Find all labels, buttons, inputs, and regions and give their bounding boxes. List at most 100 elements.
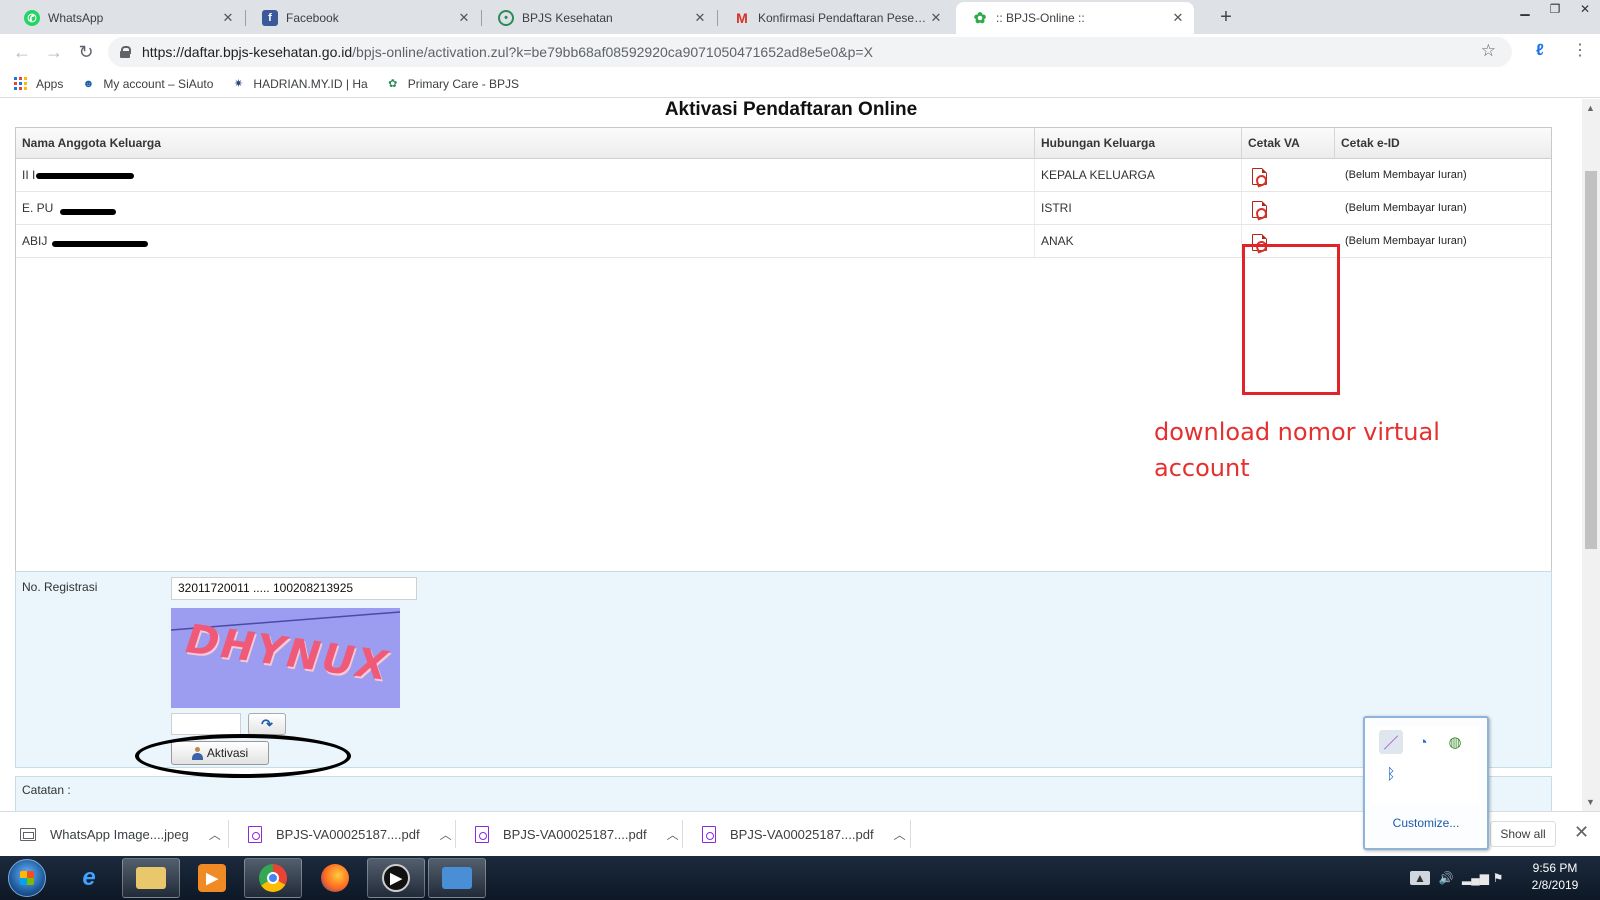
vertical-scrollbar[interactable]: ▲ ▼ [1582,99,1600,811]
table-header: Nama Anggota Keluarga Hubungan Keluarga … [16,128,1551,159]
captcha-image: DHYNUX [171,608,400,708]
app-arc-icon[interactable]: ◔ [1411,730,1435,754]
redaction-mark [36,173,134,179]
annotation-text: download nomor virtual account [1154,418,1440,482]
va-highlight-box [1242,244,1340,395]
download-item[interactable]: BPJS-VA00025187....pdf ︿ [702,818,906,850]
member-relation: KEPALA KELUARGA [1035,159,1242,191]
download-filename: BPJS-VA00025187....pdf [276,826,420,842]
close-icon[interactable]: ✕ [692,10,708,26]
back-arrow-icon[interactable]: ← [6,36,38,68]
pdf-icon[interactable] [1252,201,1267,218]
tab-strip: ✆ WhatsApp ✕ f Facebook ✕ • BPJS Kesehat… [0,0,1600,34]
url-host: https://daftar.bpjs-kesehatan.go.id [142,44,353,60]
download-item[interactable]: WhatsApp Image....jpeg ︿ [20,818,221,850]
bookmark-star-icon[interactable]: ☆ [1481,41,1496,61]
page-viewport: Aktivasi Pendaftaran Online Nama Anggota… [0,99,1582,811]
close-shelf-icon[interactable]: ✕ [1574,822,1589,843]
restore-icon[interactable]: ❐ [1540,0,1570,20]
download-filename: BPJS-VA00025187....pdf [730,826,874,842]
media-center-icon[interactable]: ▶ [367,858,425,898]
download-shelf: WhatsApp Image....jpeg ︿ BPJS-VA00025187… [0,811,1600,856]
eid-status: (Belum Membayar Iuran) [1345,202,1467,214]
table-row: E. PU ISTRI (Belum Membayar Iuran) [16,192,1551,225]
browser-toolbar: ← → ↻ https://daftar.bpjs-kesehatan.go.i… [0,34,1600,70]
action-center-flag-icon[interactable]: ⚑ [1488,871,1508,885]
tab-title: BPJS Kesehatan [522,11,613,25]
scrollbar-thumb[interactable] [1585,171,1597,549]
bookmark-label: Apps [36,76,64,91]
bookmark-hadrian[interactable]: ✷ HADRIAN.MY.ID | Ha [231,77,368,91]
new-tab-button[interactable]: + [1213,5,1239,31]
bookmark-label: Primary Care - BPJS [407,76,520,91]
url-path: /bpjs-online/activation.zul?k=be79bb68af… [352,44,873,60]
firefox-icon[interactable] [306,858,364,898]
minimize-icon[interactable]: ▁ [1510,0,1540,20]
address-bar[interactable]: https://daftar.bpjs-kesehatan.go.id/bpjs… [108,37,1512,67]
tab-gmail[interactable]: M Konfirmasi Pendaftaran Peserta B ✕ [718,2,952,34]
tab-bpjs-online[interactable]: ✿ :: BPJS-Online :: ✕ [956,2,1194,34]
eid-status: (Belum Membayar Iuran) [1345,235,1467,247]
pdf-file-icon [702,825,716,843]
pen-icon[interactable]: ／ [1379,730,1403,754]
start-button[interactable] [8,859,46,897]
tab-facebook[interactable]: f Facebook ✕ [246,2,480,34]
taskbar-clock[interactable]: 9:56 PM 2/8/2019 [1515,860,1595,894]
aktivasi-highlight-ellipse [135,734,351,778]
volume-icon[interactable]: 🔊 [1436,871,1456,885]
show-hidden-icons-icon[interactable]: ▲ [1410,871,1430,885]
image-file-icon [20,827,36,841]
pdf-file-icon [248,825,262,843]
system-tray: ▲ 🔊 ▂▄▆ ⚑ [1410,856,1514,900]
network-globe-icon[interactable]: ◍ [1443,730,1467,754]
remote-desktop-icon[interactable] [428,858,486,898]
menu-kebab-icon[interactable]: ⋮ [1572,40,1588,60]
media-player-icon[interactable]: ▶ [183,858,241,898]
forward-arrow-icon[interactable]: → [38,36,70,68]
bookmark-primary-care[interactable]: ✿ Primary Care - BPJS [386,77,519,91]
file-explorer-icon[interactable] [122,858,180,898]
reload-icon[interactable]: ↻ [70,36,102,68]
chevron-up-icon[interactable]: ︿ [440,826,452,843]
tab-title: Facebook [286,11,339,25]
column-header: Hubungan Keluarga [1035,128,1242,159]
scroll-down-icon[interactable]: ▼ [1586,797,1595,807]
bookmarks-bar: Apps ☻ My account – SiAuto ✷ HADRIAN.MY.… [0,70,1600,98]
registration-number-field[interactable]: 32011720011 ..... 100208213925 [171,577,417,600]
tray-icons-area: ／ ◔ ◍ ᛒ [1373,726,1479,804]
signal-icon[interactable]: ▂▄▆ [1462,871,1489,885]
extension-icon[interactable]: ℓ [1536,42,1544,60]
close-window-icon[interactable]: ✕ [1570,0,1600,20]
chrome-icon[interactable] [244,858,302,898]
tray-overflow-popup: ／ ◔ ◍ ᛒ Customize... [1363,716,1489,850]
bpjs-icon: ✿ [973,10,987,27]
close-icon[interactable]: ✕ [928,10,944,26]
member-name: II I [16,159,1035,191]
captcha-input[interactable] [171,713,241,735]
tab-whatsapp[interactable]: ✆ WhatsApp ✕ [8,2,244,34]
scroll-up-icon[interactable]: ▲ [1586,103,1595,113]
bookmark-siauto[interactable]: ☻ My account – SiAuto [81,77,214,91]
bluetooth-icon[interactable]: ᛒ [1379,762,1403,786]
page-title: Aktivasi Pendaftaran Online [664,99,918,120]
lock-icon [120,46,131,58]
tab-title: WhatsApp [48,11,104,25]
refresh-captcha-button[interactable]: ↷ [248,713,286,735]
close-icon[interactable]: ✕ [1170,10,1186,26]
internet-explorer-icon[interactable]: e [60,858,118,898]
customize-link[interactable]: Customize... [1365,816,1487,830]
chevron-up-icon[interactable]: ︿ [209,826,221,843]
close-icon[interactable]: ✕ [456,10,472,26]
tab-bpjs-kesehatan[interactable]: • BPJS Kesehatan ✕ [482,2,716,34]
download-item[interactable]: BPJS-VA00025187....pdf ︿ [475,818,679,850]
gear-icon: ✷ [233,78,244,90]
bookmark-apps[interactable]: Apps [14,76,64,91]
show-all-button[interactable]: Show all [1490,821,1556,847]
registration-label: No. Registrasi [22,580,98,594]
download-filename: WhatsApp Image....jpeg [50,826,189,842]
chevron-up-icon[interactable]: ︿ [894,826,906,843]
chevron-up-icon[interactable]: ︿ [667,826,679,843]
download-item[interactable]: BPJS-VA00025187....pdf ︿ [248,818,452,850]
pdf-icon[interactable] [1252,168,1267,185]
close-icon[interactable]: ✕ [220,10,236,26]
